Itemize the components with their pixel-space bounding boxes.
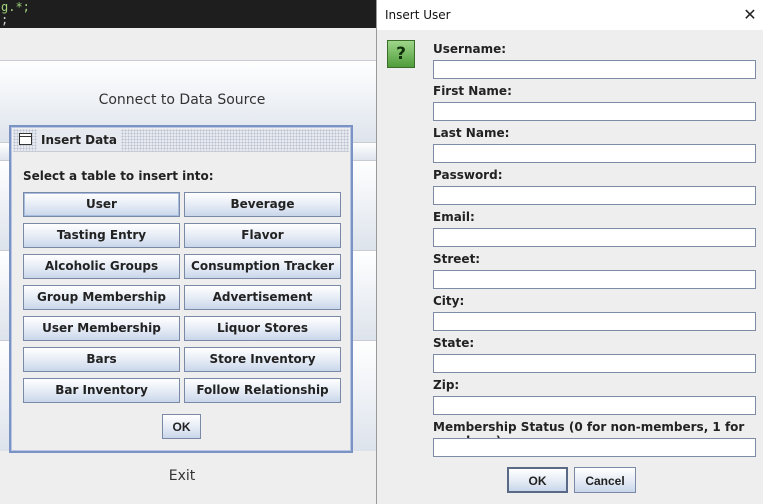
zip-field[interactable] <box>433 396 756 415</box>
last-name-label: Last Name: <box>433 126 510 140</box>
username-label: Username: <box>433 42 507 56</box>
table-button-bar-inventory[interactable]: Bar Inventory <box>23 378 180 403</box>
insert-user-dialog: Insert User ✕ ? Username: First Name: La… <box>376 0 763 504</box>
code-editor-strip: g.*; ; <box>0 0 380 28</box>
table-button-group-membership[interactable]: Group Membership <box>23 285 180 310</box>
table-button-store-inventory[interactable]: Store Inventory <box>184 347 341 372</box>
state-label: State: <box>433 336 475 350</box>
insert-data-title: Insert Data <box>37 129 122 151</box>
table-button-advertisement[interactable]: Advertisement <box>184 285 341 310</box>
email-label: Email: <box>433 210 475 224</box>
connect-data-source-label[interactable]: Connect to Data Source <box>0 92 364 108</box>
table-button-liquor-stores[interactable]: Liquor Stores <box>184 316 341 341</box>
insert-user-titlebar[interactable]: Insert User ✕ <box>377 0 763 30</box>
insert-data-frame: Insert Data Select a table to insert int… <box>9 125 353 453</box>
table-button-beverage[interactable]: Beverage <box>184 192 341 217</box>
table-button-follow-relationship[interactable]: Follow Relationship <box>184 378 341 403</box>
cancel-button[interactable]: Cancel <box>574 467 636 493</box>
first-name-label: First Name: <box>433 84 512 98</box>
zip-label: Zip: <box>433 378 460 392</box>
street-field[interactable] <box>433 270 756 289</box>
table-button-user-membership[interactable]: User Membership <box>23 316 180 341</box>
exit-button[interactable]: Exit <box>0 468 364 484</box>
insert-user-title: Insert User <box>385 8 451 22</box>
table-button-user[interactable]: User <box>23 192 180 217</box>
code-line-2: ; <box>1 13 9 27</box>
table-button-bars[interactable]: Bars <box>23 347 180 372</box>
username-field[interactable] <box>433 60 756 79</box>
password-field[interactable] <box>433 186 756 205</box>
table-button-alcoholic-groups[interactable]: Alcoholic Groups <box>23 254 180 279</box>
window-icon <box>19 133 32 145</box>
table-button-consumption-tracker[interactable]: Consumption Tracker <box>184 254 341 279</box>
table-select-prompt: Select a table to insert into: <box>23 169 214 183</box>
city-field[interactable] <box>433 312 756 331</box>
membership-status-field[interactable] <box>433 438 756 457</box>
insert-data-titlebar[interactable]: Insert Data <box>13 129 349 152</box>
ok-button[interactable]: OK <box>507 467 568 493</box>
table-button-flavor[interactable]: Flavor <box>184 223 341 248</box>
code-line-1: g.*; <box>1 0 30 14</box>
question-icon: ? <box>387 40 415 68</box>
close-icon[interactable]: ✕ <box>741 6 759 24</box>
table-button-tasting-entry[interactable]: Tasting Entry <box>23 223 180 248</box>
first-name-field[interactable] <box>433 102 756 121</box>
email-field[interactable] <box>433 228 756 247</box>
password-label: Password: <box>433 168 503 182</box>
insert-data-ok-button[interactable]: OK <box>162 414 201 439</box>
state-field[interactable] <box>433 354 756 373</box>
city-label: City: <box>433 294 465 308</box>
last-name-field[interactable] <box>433 144 756 163</box>
street-label: Street: <box>433 252 481 266</box>
